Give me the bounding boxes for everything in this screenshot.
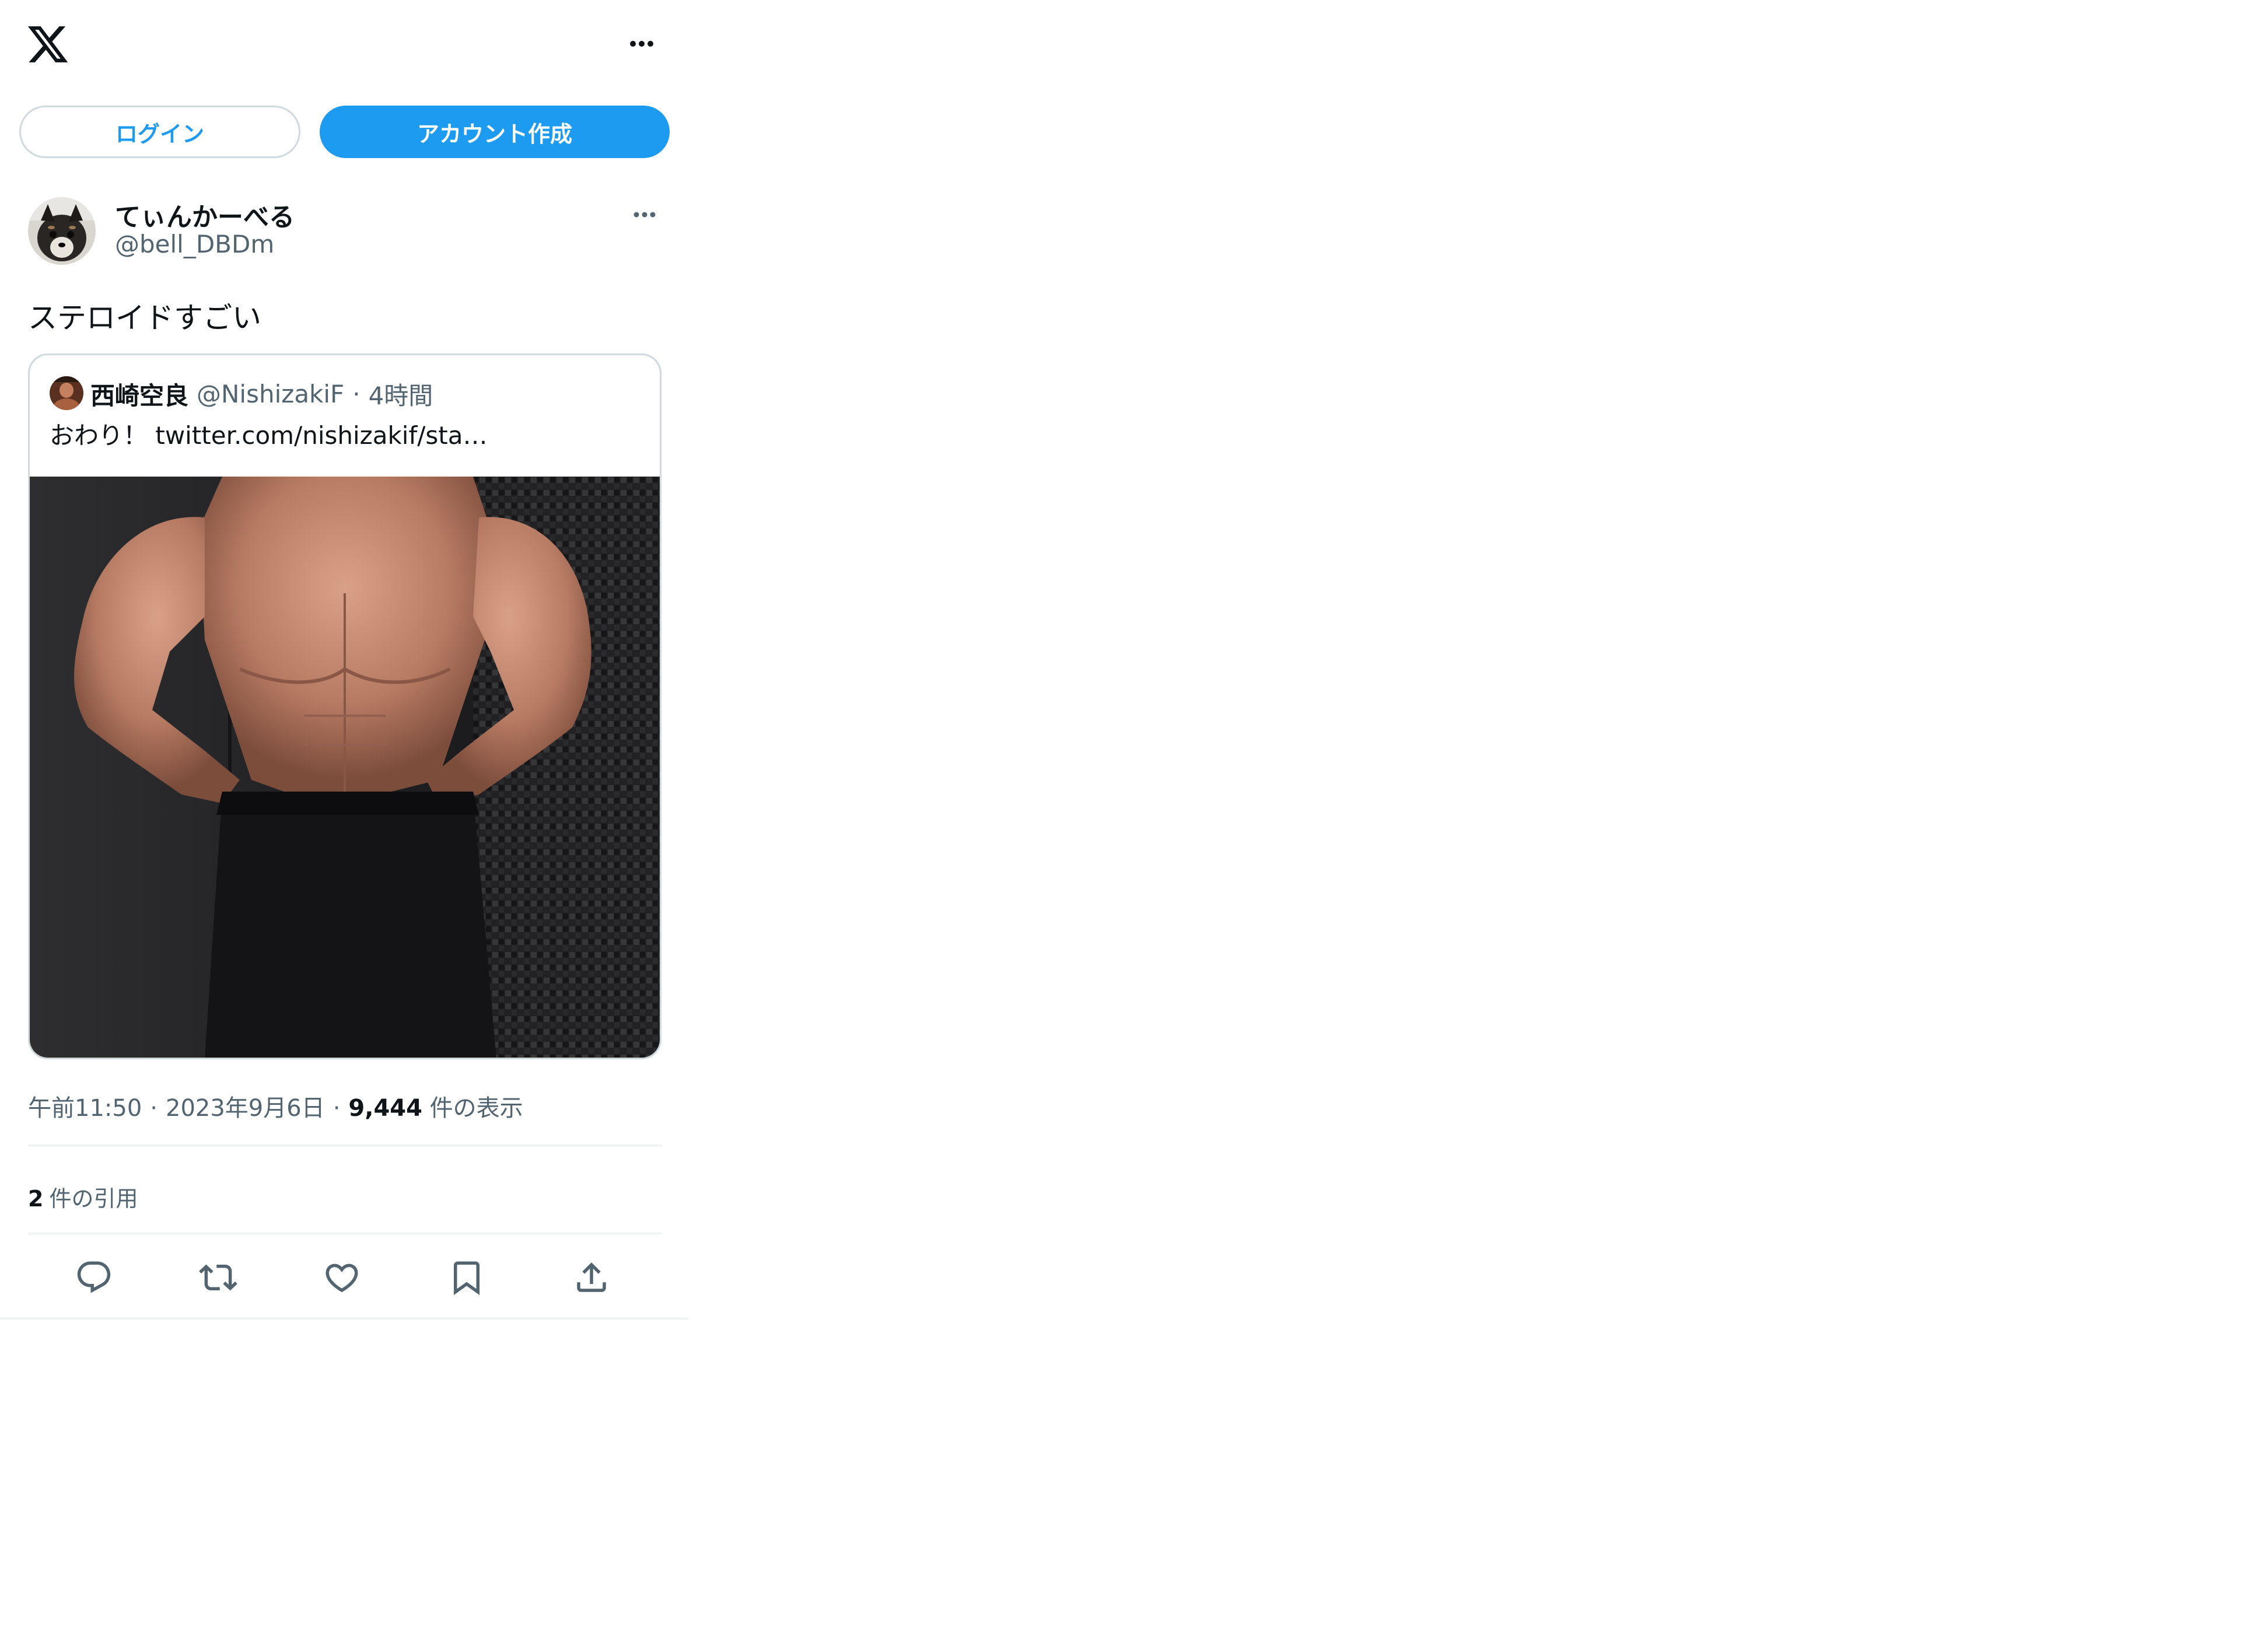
retweet-icon[interactable]: [199, 1258, 237, 1297]
quoted-separator: ·: [352, 380, 360, 408]
quoted-avatar: [50, 376, 83, 410]
login-button[interactable]: ログイン: [19, 106, 300, 158]
quoted-tweet[interactable]: 西崎空良 @NishizakiF · 4時間 おわり！ twitter.com/…: [28, 354, 662, 1059]
avatar[interactable]: [28, 197, 96, 265]
quoted-display-name: 西崎空良: [90, 382, 189, 410]
meta-separator: ·: [332, 1095, 341, 1122]
quotes-count-link[interactable]: 2 件の引用: [28, 1181, 138, 1213]
quoted-photo[interactable]: [30, 477, 660, 1058]
like-icon[interactable]: [323, 1258, 361, 1297]
bookmark-icon[interactable]: [447, 1258, 486, 1297]
user-handle[interactable]: @bell_DBDm: [115, 230, 274, 258]
reply-icon[interactable]: [75, 1258, 113, 1297]
divider: [28, 1144, 662, 1146]
quoted-text: おわり！ twitter.com/nishizakif/sta…: [50, 421, 488, 450]
x-logo-icon[interactable]: [26, 22, 70, 66]
quoted-handle: @NishizakiF: [197, 380, 345, 408]
view-label: 件の表示: [429, 1095, 523, 1122]
post-time[interactable]: 午前11:50: [28, 1089, 142, 1123]
divider: [28, 1233, 662, 1234]
post-meta: 午前11:50 · 2023年9月6日 · 9,444 件の表示: [28, 1089, 523, 1123]
quotes-count: 2: [28, 1186, 44, 1212]
post-date[interactable]: 2023年9月6日: [166, 1089, 325, 1123]
display-name[interactable]: てぃんかーべる: [115, 196, 295, 233]
tweet-page: ログイン アカウント作成 てぃんかーべる @bell_DBDm ステロイドすごい: [0, 0, 688, 1320]
meta-separator: ·: [150, 1095, 158, 1122]
quoted-time: 4時間: [368, 382, 433, 410]
create-account-button[interactable]: アカウント作成: [320, 106, 670, 158]
post-more-icon[interactable]: [624, 203, 665, 226]
post-text: ステロイドすごい: [28, 301, 261, 335]
quoted-header: 西崎空良 @NishizakiF · 4時間: [90, 376, 433, 412]
share-icon[interactable]: [572, 1258, 611, 1297]
bottom-divider: [0, 1318, 688, 1320]
quotes-label: 件の引用: [49, 1186, 138, 1212]
more-options-icon[interactable]: [618, 29, 665, 58]
view-count: 9,444: [348, 1095, 422, 1122]
